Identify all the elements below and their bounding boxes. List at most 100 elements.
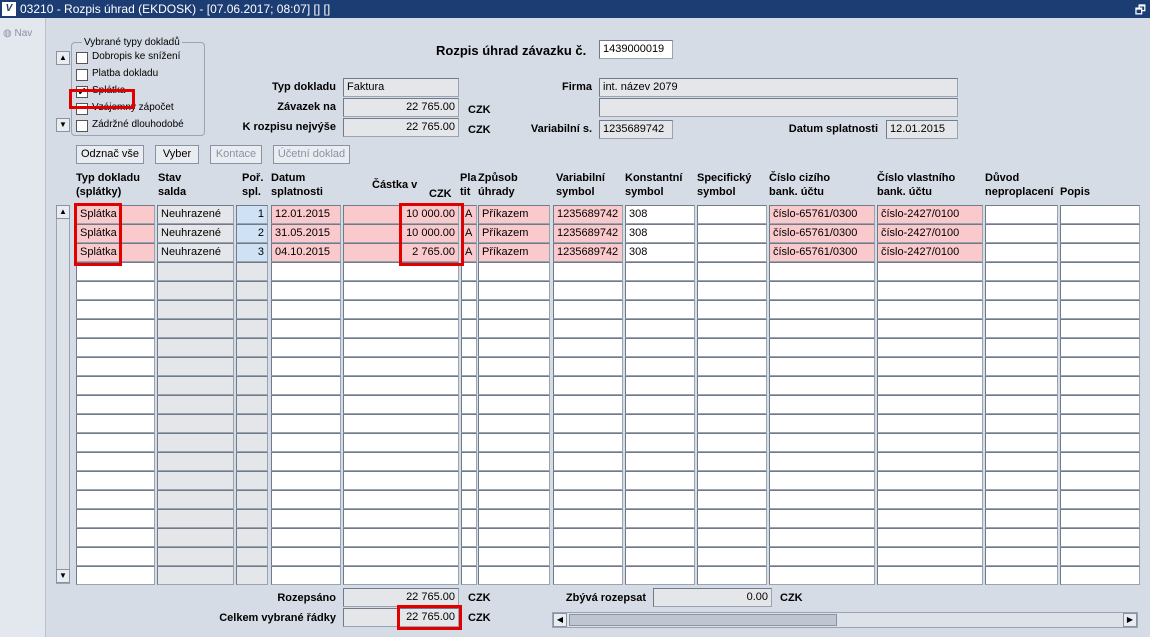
empty-cell[interactable] [76, 414, 155, 433]
empty-cell[interactable] [343, 566, 459, 585]
empty-cell[interactable] [985, 566, 1058, 585]
empty-cell[interactable] [478, 566, 550, 585]
empty-cell[interactable] [553, 547, 623, 566]
empty-cell[interactable] [697, 338, 767, 357]
cell-por[interactable]: 2 [236, 224, 268, 243]
empty-cell[interactable] [625, 471, 695, 490]
empty-cell[interactable] [236, 414, 268, 433]
cell-zpusob[interactable]: Příkazem [478, 243, 550, 262]
empty-cell[interactable] [478, 452, 550, 471]
cell-plat[interactable]: A [461, 243, 477, 262]
empty-cell[interactable] [236, 319, 268, 338]
empty-cell[interactable] [461, 452, 477, 471]
scroll-left-icon[interactable]: ◀ [553, 613, 567, 627]
empty-cell[interactable] [271, 433, 341, 452]
empty-cell[interactable] [76, 547, 155, 566]
empty-cell[interactable] [461, 490, 477, 509]
empty-cell[interactable] [553, 414, 623, 433]
empty-cell[interactable] [769, 376, 875, 395]
empty-cell[interactable] [76, 433, 155, 452]
empty-cell[interactable] [877, 281, 983, 300]
empty-cell[interactable] [985, 528, 1058, 547]
cell-castka[interactable]: 2 765.00 [343, 243, 459, 262]
empty-cell[interactable] [478, 414, 550, 433]
empty-cell[interactable] [1060, 357, 1140, 376]
empty-cell[interactable] [1060, 509, 1140, 528]
empty-cell[interactable] [877, 490, 983, 509]
empty-cell[interactable] [877, 262, 983, 281]
restore-window-icon[interactable]: 🗗 [1135, 1, 1146, 19]
posting-button[interactable]: Kontace [210, 145, 262, 164]
empty-cell[interactable] [157, 376, 234, 395]
empty-cell[interactable] [271, 319, 341, 338]
horizontal-scroll-thumb[interactable] [569, 614, 837, 626]
empty-cell[interactable] [625, 433, 695, 452]
empty-cell[interactable] [697, 281, 767, 300]
select-button[interactable]: Vyber [155, 145, 199, 164]
variable-symbol-field[interactable]: 1235689742 [599, 120, 673, 139]
commitment-number-field[interactable]: 1439000019 [599, 40, 673, 59]
empty-cell[interactable] [1060, 414, 1140, 433]
empty-cell[interactable] [343, 338, 459, 357]
empty-cell[interactable] [985, 471, 1058, 490]
cell-castka[interactable]: 10 000.00 [343, 205, 459, 224]
empty-cell[interactable] [877, 566, 983, 585]
empty-cell[interactable] [697, 471, 767, 490]
empty-cell[interactable] [553, 338, 623, 357]
empty-cell[interactable] [343, 490, 459, 509]
empty-cell[interactable] [769, 452, 875, 471]
filter-checkbox-1[interactable] [76, 69, 88, 81]
empty-cell[interactable] [461, 547, 477, 566]
empty-cell[interactable] [157, 433, 234, 452]
filter-scroll-down-icon[interactable]: ▼ [56, 118, 70, 132]
cell-typ[interactable]: Splátka [76, 224, 155, 243]
empty-cell[interactable] [553, 452, 623, 471]
empty-cell[interactable] [877, 528, 983, 547]
empty-cell[interactable] [1060, 547, 1140, 566]
empty-cell[interactable] [769, 471, 875, 490]
empty-cell[interactable] [625, 300, 695, 319]
empty-cell[interactable] [697, 433, 767, 452]
cell-datum[interactable]: 12.01.2015 [271, 205, 341, 224]
empty-cell[interactable] [343, 547, 459, 566]
empty-cell[interactable] [877, 338, 983, 357]
cell-zpusob[interactable]: Příkazem [478, 224, 550, 243]
cell-vlast[interactable]: číslo-2427/0100 [877, 224, 983, 243]
empty-cell[interactable] [553, 395, 623, 414]
cell-spec[interactable] [697, 205, 767, 224]
table-horizontal-scrollbar[interactable]: ◀ ▶ [552, 612, 1138, 628]
empty-cell[interactable] [343, 319, 459, 338]
empty-cell[interactable] [625, 395, 695, 414]
empty-cell[interactable] [877, 319, 983, 338]
empty-cell[interactable] [461, 528, 477, 547]
empty-cell[interactable] [157, 490, 234, 509]
remaining-field[interactable]: 0.00 [653, 588, 772, 607]
cell-popis[interactable] [1060, 243, 1140, 262]
empty-cell[interactable] [769, 414, 875, 433]
empty-cell[interactable] [1060, 376, 1140, 395]
empty-cell[interactable] [769, 262, 875, 281]
empty-cell[interactable] [478, 281, 550, 300]
empty-cell[interactable] [271, 490, 341, 509]
empty-cell[interactable] [343, 528, 459, 547]
cell-vlast[interactable]: číslo-2427/0100 [877, 205, 983, 224]
empty-cell[interactable] [461, 338, 477, 357]
empty-cell[interactable] [985, 262, 1058, 281]
empty-cell[interactable] [478, 509, 550, 528]
cell-stav[interactable]: Neuhrazené [157, 205, 234, 224]
empty-cell[interactable] [985, 319, 1058, 338]
cell-spec[interactable] [697, 224, 767, 243]
empty-cell[interactable] [271, 376, 341, 395]
empty-cell[interactable] [271, 528, 341, 547]
empty-cell[interactable] [478, 376, 550, 395]
empty-cell[interactable] [461, 471, 477, 490]
empty-cell[interactable] [461, 281, 477, 300]
empty-cell[interactable] [236, 281, 268, 300]
empty-cell[interactable] [157, 338, 234, 357]
empty-cell[interactable] [1060, 490, 1140, 509]
cell-typ[interactable]: Splátka [76, 243, 155, 262]
empty-cell[interactable] [697, 414, 767, 433]
empty-cell[interactable] [76, 490, 155, 509]
empty-cell[interactable] [1060, 338, 1140, 357]
due-date-field[interactable]: 12.01.2015 [886, 120, 958, 139]
